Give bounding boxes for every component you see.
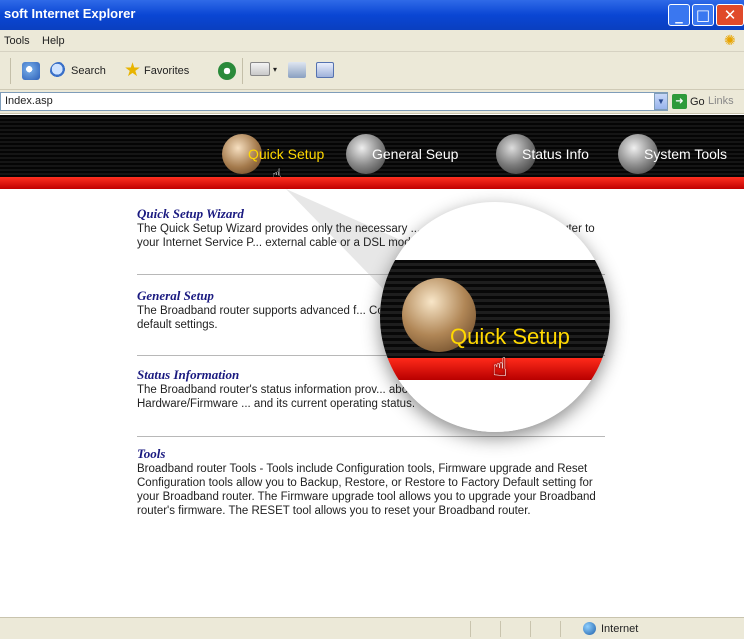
nav-label: Status Info xyxy=(522,146,589,162)
favorites-button[interactable]: ★ Favorites xyxy=(124,60,190,81)
nav-label: Quick Setup xyxy=(248,146,325,162)
go-label: Go xyxy=(690,95,705,108)
section-title[interactable]: Tools xyxy=(137,447,605,461)
windows-logo-icon: ✺ xyxy=(724,32,736,48)
home-button[interactable] xyxy=(22,62,40,80)
nav-system-tools[interactable]: System Tools xyxy=(618,134,727,174)
router-nav-banner: Quick Setup General Seup Status Info Sys… xyxy=(0,115,744,184)
menu-bar: Tools Help ✺ xyxy=(0,30,744,52)
menu-help[interactable]: Help xyxy=(42,35,65,47)
magnifier-background xyxy=(380,380,610,432)
links-label[interactable]: Links xyxy=(708,95,734,107)
media-icon xyxy=(218,62,236,80)
internet-zone-icon xyxy=(583,622,596,635)
section-text: Broadband router Tools - Tools include C… xyxy=(137,463,596,517)
toolbar-separator xyxy=(242,58,243,84)
menu-tools[interactable]: Tools xyxy=(4,35,30,47)
address-input[interactable]: Index.asp xyxy=(0,92,668,111)
magnifier-lens: Quick Setup ☝ xyxy=(380,202,610,432)
mail-icon xyxy=(250,62,270,76)
title-bar: soft Internet Explorer _ □ ✕ xyxy=(0,0,744,30)
security-zone: Internet xyxy=(583,622,638,635)
divider xyxy=(137,436,605,437)
toolbar-separator xyxy=(10,58,11,84)
print-icon xyxy=(288,62,306,78)
edit-icon xyxy=(316,62,334,78)
close-button[interactable]: ✕ xyxy=(716,4,744,26)
nav-status-info[interactable]: Status Info xyxy=(496,134,589,174)
close-icon: ✕ xyxy=(723,6,737,24)
address-bar: Index.asp ▼ ➜ Go Links xyxy=(0,90,744,114)
status-divider xyxy=(500,621,501,637)
nav-label: General Seup xyxy=(372,146,459,162)
search-button[interactable]: Search xyxy=(50,62,106,80)
hand-cursor-icon: ☝ xyxy=(492,352,508,382)
minimize-icon: _ xyxy=(675,6,683,24)
magnifier-label: Quick Setup xyxy=(450,324,570,349)
edit-button[interactable] xyxy=(316,62,334,78)
status-bar: Internet xyxy=(0,617,744,639)
status-divider xyxy=(470,621,471,637)
section-tools: Tools Broadband router Tools - Tools inc… xyxy=(137,447,605,518)
star-icon: ★ xyxy=(124,60,142,81)
print-button[interactable] xyxy=(288,62,306,78)
search-label: Search xyxy=(71,65,106,77)
maximize-button[interactable]: □ xyxy=(692,4,714,26)
mail-button[interactable]: ▾ xyxy=(250,62,277,76)
nav-label: System Tools xyxy=(644,146,727,162)
home-icon xyxy=(22,62,40,80)
status-divider xyxy=(560,621,561,637)
window-title: soft Internet Explorer xyxy=(4,6,136,21)
address-dropdown-icon[interactable]: ▼ xyxy=(654,93,668,110)
minimize-button[interactable]: _ xyxy=(668,4,690,26)
go-arrow-icon: ➜ xyxy=(672,94,687,109)
search-icon xyxy=(50,62,68,80)
zone-label: Internet xyxy=(601,622,639,635)
status-divider xyxy=(530,621,531,637)
nav-general-setup[interactable]: General Seup xyxy=(346,134,458,174)
favorites-label: Favorites xyxy=(144,65,190,77)
toolbar: Search ★ Favorites ▾ xyxy=(0,52,744,90)
go-button[interactable]: ➜ Go xyxy=(672,94,705,109)
maximize-icon: □ xyxy=(695,6,711,24)
banner-red-stripe xyxy=(0,177,744,189)
media-button[interactable] xyxy=(218,62,236,80)
